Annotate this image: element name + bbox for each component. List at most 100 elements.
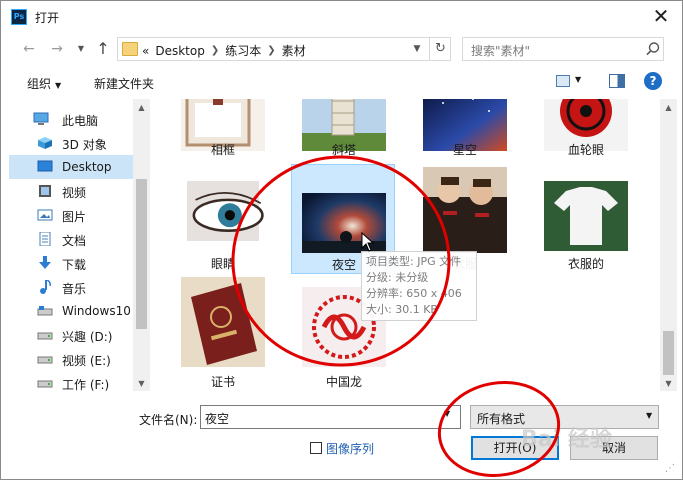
drive-icon	[37, 306, 53, 316]
folder-icon	[122, 42, 138, 56]
filename-dropdown-icon[interactable]: ▼	[444, 409, 450, 418]
download-icon	[39, 256, 51, 269]
navigation-pane: 此电脑 3D 对象 Desktop 视频 图片 文档 下载 音乐 Windows…	[9, 99, 149, 391]
organize-label: 组织	[27, 77, 52, 91]
file-item-eye[interactable]: 眼睛	[171, 165, 275, 275]
up-button[interactable]: ↑	[93, 39, 113, 59]
scroll-down-arrow-icon[interactable]: ▼	[660, 379, 677, 388]
organize-menu[interactable]: 组织 ▼	[27, 75, 61, 92]
file-item-starry-sky[interactable]: 星空	[413, 99, 517, 159]
sidebar-item-documents[interactable]: 文档	[9, 227, 141, 251]
filename-input[interactable]: 夜空	[200, 405, 461, 429]
view-mode-icon[interactable]	[556, 75, 570, 87]
scroll-up-arrow-icon[interactable]: ▲	[133, 103, 150, 112]
watermark: Bai 经验	[521, 427, 612, 452]
image-sequence-checkbox[interactable]	[310, 442, 322, 454]
search-box[interactable]: 搜索"素材"	[462, 37, 664, 61]
sidebar-item-3d-objects[interactable]: 3D 对象	[9, 131, 141, 155]
sidebar-item-desktop[interactable]: Desktop	[9, 155, 141, 179]
sidebar-item-drive-d[interactable]: 兴趣 (D:)	[9, 323, 141, 347]
photoshop-app-icon: Ps	[11, 9, 27, 25]
sidebar-item-downloads[interactable]: 下载	[9, 251, 141, 275]
tooltip-rating: 分级: 未分级	[366, 271, 429, 284]
open-dialog: Ps 打开 ✕ ← → ▼ ↑ « Desktop ❯ 练习本 ❯ 素材 ▼ ↻…	[0, 0, 683, 480]
title-bar: Ps 打开 ✕	[1, 1, 682, 33]
file-item-tower[interactable]: 斜塔	[292, 99, 396, 159]
file-name: 血轮眼	[567, 143, 604, 157]
sidebar-item-label: 兴趣 (D:)	[62, 330, 113, 344]
breadcrumb-separator-icon[interactable]: ❯	[211, 45, 219, 56]
file-item-clothes-2[interactable]: 衣服的	[534, 165, 638, 275]
address-dropdown-icon[interactable]: ▼	[407, 38, 427, 60]
file-name: 斜塔	[331, 143, 356, 157]
scroll-down-arrow-icon[interactable]: ▼	[133, 379, 150, 388]
file-name: 证书	[210, 375, 235, 389]
file-thumbnail	[187, 181, 264, 241]
file-name: 相框	[210, 143, 235, 157]
sidebar-item-drive-f[interactable]: 工作 (F:)	[9, 371, 141, 391]
filename-label: 文件名(N):	[139, 413, 198, 427]
sidebar-item-videos[interactable]: 视频	[9, 179, 141, 203]
3d-objects-icon	[38, 137, 52, 149]
search-input[interactable]: 搜索"素材"	[471, 42, 530, 59]
documents-icon	[39, 232, 51, 246]
back-button[interactable]: ←	[19, 39, 39, 59]
sidebar-scrollbar-thumb[interactable]	[136, 179, 147, 329]
preview-pane-icon[interactable]	[609, 74, 625, 88]
file-item-sharingan[interactable]: 血轮眼	[534, 99, 638, 159]
tooltip-type: 项目类型: JPG 文件	[366, 255, 462, 268]
sidebar-item-label: 工作 (F:)	[62, 378, 110, 391]
sidebar-item-label: 视频 (E:)	[62, 354, 111, 368]
breadcrumb: « Desktop ❯ 练习本 ❯ 素材	[142, 42, 306, 59]
sidebar-item-pictures[interactable]: 图片	[9, 203, 141, 227]
breadcrumb-desktop[interactable]: Desktop	[155, 44, 205, 58]
file-list-scrollbar-thumb[interactable]	[663, 331, 674, 375]
file-name: 中国龙	[325, 375, 362, 389]
address-bar[interactable]: « Desktop ❯ 练习本 ❯ 素材 ▼ ↻	[117, 37, 451, 61]
file-name: 眼睛	[210, 257, 235, 271]
sidebar-item-label: Desktop	[62, 160, 112, 174]
sidebar-item-drive-e[interactable]: 视频 (E:)	[9, 347, 141, 371]
drive-icon	[37, 356, 53, 364]
close-button[interactable]: ✕	[649, 5, 673, 29]
resize-grip-icon[interactable]: ⋰	[665, 463, 675, 474]
file-info-tooltip: 项目类型: JPG 文件 分级: 未分级 分辨率: 650 x 406 大小: …	[361, 251, 477, 321]
sidebar-item-this-pc[interactable]: 此电脑	[9, 107, 141, 131]
file-thumbnail	[181, 277, 265, 367]
sidebar-item-label: Windows10	[62, 304, 131, 318]
view-dropdown-icon[interactable]: ▼	[575, 75, 581, 84]
dialog-title: 打开	[35, 11, 60, 25]
file-thumbnail	[423, 167, 507, 253]
file-type-dropdown-icon[interactable]: ▼	[646, 411, 652, 420]
breadcrumb-materials[interactable]: 素材	[282, 42, 306, 59]
breadcrumb-practice[interactable]: 练习本	[225, 42, 261, 59]
breadcrumb-overflow[interactable]: «	[142, 44, 149, 58]
desktop-icon	[37, 160, 53, 172]
file-name: 衣服的	[567, 257, 604, 271]
sidebar-item-label: 下载	[62, 258, 87, 272]
video-icon	[39, 185, 51, 197]
file-thumbnail	[302, 193, 386, 253]
scroll-up-arrow-icon[interactable]: ▲	[660, 103, 677, 112]
sidebar-item-label: 图片	[62, 210, 87, 224]
sidebar-item-windows10[interactable]: Windows10	[9, 299, 141, 323]
image-sequence-label[interactable]: 图像序列	[326, 440, 374, 457]
file-name: 星空	[452, 143, 477, 157]
refresh-button[interactable]: ↻	[429, 38, 451, 60]
recent-locations-chevron-icon[interactable]: ▼	[71, 39, 91, 59]
search-icon[interactable]	[645, 41, 661, 57]
sidebar-item-label: 文档	[62, 234, 87, 248]
forward-button[interactable]: →	[47, 39, 67, 59]
tooltip-resolution: 分辨率: 650 x 406	[366, 287, 462, 300]
drive-icon	[37, 332, 53, 340]
new-folder-button[interactable]: 新建文件夹	[94, 75, 154, 92]
chevron-down-icon: ▼	[55, 81, 62, 90]
file-item-frame[interactable]: 相框	[171, 99, 275, 159]
tooltip-size: 大小: 30.1 KB	[366, 303, 438, 316]
help-icon[interactable]: ?	[644, 72, 662, 90]
sidebar-item-music[interactable]: 音乐	[9, 275, 141, 299]
sidebar-item-label: 3D 对象	[62, 138, 107, 152]
breadcrumb-separator-icon[interactable]: ❯	[267, 45, 275, 56]
file-item-certificate[interactable]: 证书	[171, 277, 275, 389]
computer-icon	[33, 112, 49, 125]
